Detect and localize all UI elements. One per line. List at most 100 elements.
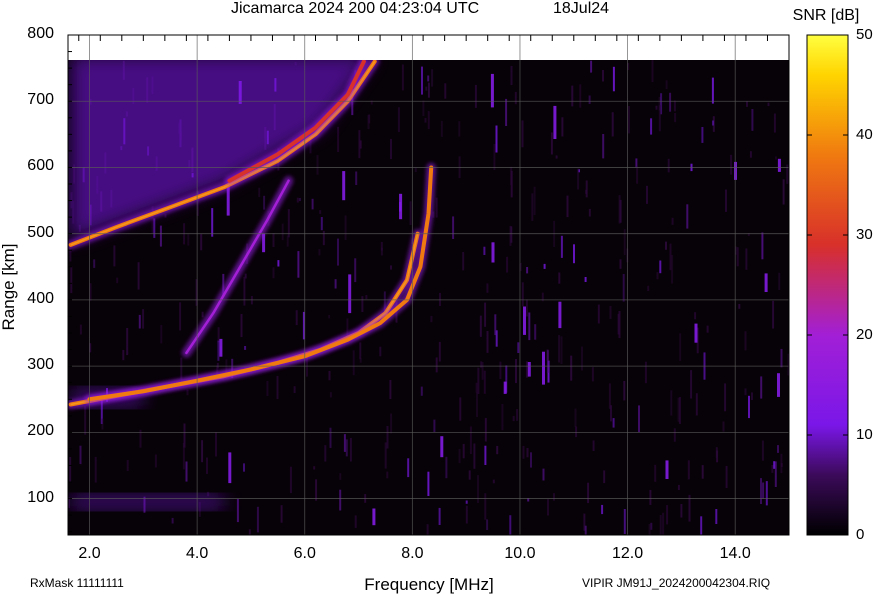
noise-streak bbox=[623, 381, 626, 401]
noise-streak bbox=[380, 242, 383, 251]
noise-streak bbox=[426, 524, 429, 535]
noise-streak bbox=[322, 230, 325, 246]
noise-streak bbox=[420, 386, 423, 396]
noise-streak bbox=[431, 69, 434, 87]
noise-streak bbox=[751, 392, 753, 400]
noise-streak bbox=[138, 314, 141, 329]
noise-streak bbox=[328, 370, 331, 381]
noise-streak bbox=[329, 427, 332, 448]
noise-streak bbox=[324, 445, 327, 462]
noise-streak bbox=[602, 134, 605, 159]
interference-streak bbox=[777, 158, 781, 172]
interference-streak bbox=[228, 452, 232, 484]
noise-streak bbox=[725, 189, 727, 212]
noise-streak bbox=[468, 470, 471, 480]
interference-streak bbox=[665, 460, 669, 479]
noise-streak bbox=[679, 333, 682, 361]
noise-streak bbox=[200, 234, 203, 251]
noise-streak bbox=[603, 470, 606, 484]
noise-streak bbox=[318, 249, 321, 256]
noise-streak bbox=[760, 478, 762, 504]
noise-streak bbox=[256, 506, 259, 533]
noise-streak bbox=[459, 397, 462, 421]
noise-streak bbox=[512, 415, 515, 422]
noise-streak bbox=[433, 419, 436, 432]
noise-streak bbox=[313, 466, 316, 470]
x-tick-label: 4.0 bbox=[186, 545, 209, 562]
noise-streak bbox=[722, 421, 725, 432]
noise-streak bbox=[619, 199, 622, 223]
noise-streak bbox=[266, 381, 269, 397]
noise-streak bbox=[690, 370, 693, 399]
noise-streak bbox=[501, 403, 504, 431]
noise-streak bbox=[354, 515, 357, 528]
noise-streak bbox=[671, 217, 674, 225]
noise-streak bbox=[588, 95, 591, 104]
interference-streak bbox=[490, 73, 494, 108]
noise-streak bbox=[458, 121, 461, 137]
noise-streak bbox=[217, 340, 220, 361]
noise-streak bbox=[407, 458, 410, 478]
noise-streak bbox=[736, 247, 739, 267]
e-region-echo bbox=[70, 495, 225, 509]
noise-streak bbox=[425, 86, 428, 91]
noise-streak bbox=[445, 456, 448, 479]
noise-streak bbox=[744, 331, 747, 351]
noise-streak bbox=[612, 66, 615, 92]
noise-streak bbox=[295, 310, 298, 326]
noise-streak bbox=[298, 198, 301, 202]
noise-streak bbox=[462, 443, 465, 459]
noise-streak bbox=[116, 277, 119, 284]
noise-streak bbox=[484, 302, 487, 327]
noise-streak bbox=[390, 265, 392, 270]
noise-streak bbox=[159, 225, 162, 247]
colorbar-tick-label: 0 bbox=[856, 526, 865, 543]
noise-streak bbox=[646, 185, 648, 204]
noise-streak bbox=[751, 109, 754, 131]
noise-streak bbox=[677, 397, 680, 422]
noise-streak bbox=[623, 509, 626, 534]
noise-streak bbox=[573, 244, 575, 264]
interference-streak bbox=[542, 351, 545, 385]
noise-streak bbox=[444, 83, 447, 99]
colorbar-tick-label: 20 bbox=[856, 326, 873, 343]
noise-streak bbox=[469, 426, 472, 454]
chart-date: 18Jul24 bbox=[553, 0, 610, 17]
noise-streak bbox=[361, 296, 364, 312]
y-tick-label: 500 bbox=[27, 223, 54, 241]
noise-streak bbox=[281, 223, 284, 241]
interference-streak bbox=[503, 381, 507, 394]
noise-streak bbox=[206, 457, 208, 474]
noise-streak bbox=[611, 112, 614, 137]
interference-streak bbox=[348, 274, 352, 314]
noise-streak bbox=[358, 130, 361, 159]
noise-streak bbox=[201, 311, 204, 318]
noise-streak bbox=[654, 464, 657, 482]
noise-streak bbox=[492, 479, 495, 484]
noise-streak bbox=[772, 300, 775, 329]
noise-streak bbox=[701, 127, 704, 143]
noise-streak bbox=[244, 346, 247, 350]
noise-streak bbox=[365, 295, 368, 300]
noise-streak bbox=[493, 144, 496, 170]
noise-streak bbox=[101, 418, 104, 430]
noise-streak bbox=[547, 499, 549, 516]
noise-streak bbox=[435, 197, 438, 218]
noise-streak bbox=[126, 328, 129, 356]
x-axis-label: Frequency [MHz] bbox=[364, 575, 493, 594]
noise-streak bbox=[622, 274, 625, 302]
noise-streak bbox=[462, 252, 465, 271]
noise-streak bbox=[484, 418, 487, 442]
noise-streak bbox=[438, 341, 441, 362]
y-tick-label: 100 bbox=[27, 488, 54, 506]
noise-streak bbox=[667, 158, 670, 173]
interference-streak bbox=[764, 273, 768, 292]
noise-streak bbox=[591, 367, 594, 382]
noise-streak bbox=[510, 166, 513, 185]
noise-streak bbox=[579, 84, 582, 108]
noise-streak bbox=[258, 187, 261, 198]
noise-streak bbox=[421, 66, 423, 95]
noise-streak bbox=[525, 361, 528, 378]
noise-streak bbox=[296, 197, 299, 203]
noise-streak bbox=[730, 154, 733, 175]
